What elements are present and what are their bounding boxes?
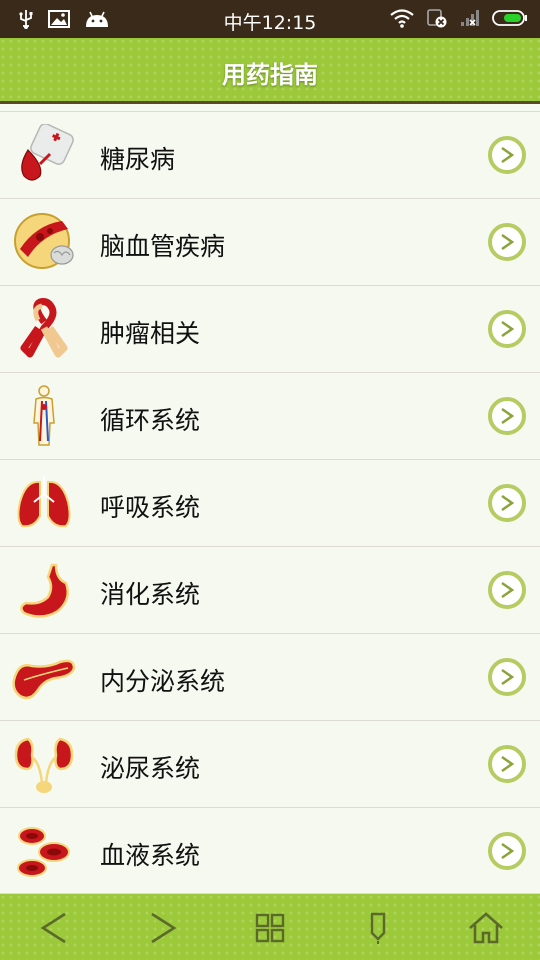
sim-icon — [426, 8, 448, 32]
kidneys-icon — [12, 733, 76, 797]
list-item-oncology[interactable]: 肿瘤相关 — [0, 285, 540, 372]
list-item-label: 肿瘤相关 — [100, 319, 201, 348]
list-item-label: 消化系统 — [100, 580, 201, 609]
list-item-label: 脑血管疾病 — [100, 232, 226, 261]
list-item-respiratory[interactable]: 呼吸系统 — [0, 459, 540, 546]
wifi-icon — [390, 8, 414, 32]
bottom-nav-bar — [0, 894, 540, 960]
chevron-right-icon[interactable] — [488, 310, 526, 348]
body-circulation-icon — [12, 385, 76, 449]
stomach-icon — [12, 559, 76, 623]
blood-vessel-icon — [12, 211, 76, 275]
chevron-right-icon[interactable] — [488, 745, 526, 783]
list-item-endocrine[interactable]: 内分泌系统 — [0, 633, 540, 720]
ribbon-icon — [12, 298, 76, 362]
blood-drop-icon — [12, 123, 76, 188]
category-list: 糖尿病 脑血管疾病 肿瘤相关 循环系统 呼吸系统 消化系统 内分泌系统 泌尿系统… — [0, 111, 540, 894]
blood-cells-icon — [12, 820, 76, 884]
chevron-right-icon[interactable] — [488, 223, 526, 261]
app-header: 用药指南 — [0, 38, 540, 104]
chevron-right-icon[interactable] — [488, 832, 526, 870]
page-title: 用药指南 — [222, 61, 318, 89]
list-item-hematologic[interactable]: 血液系统 — [0, 807, 540, 894]
list-item-cerebrovascular[interactable]: 脑血管疾病 — [0, 198, 540, 285]
list-item-label: 泌尿系统 — [100, 754, 201, 783]
chevron-right-icon[interactable] — [488, 136, 526, 174]
list-item-urinary[interactable]: 泌尿系统 — [0, 720, 540, 807]
list-item-diabetes[interactable]: 糖尿病 — [0, 111, 540, 198]
list-item-label: 糖尿病 — [100, 145, 176, 174]
home-icon[interactable] — [464, 906, 508, 950]
pancreas-icon — [12, 646, 76, 710]
chevron-right-icon[interactable] — [488, 571, 526, 609]
list-item-circulatory[interactable]: 循环系统 — [0, 372, 540, 459]
list-item-digestive[interactable]: 消化系统 — [0, 546, 540, 633]
chevron-right-icon[interactable] — [488, 397, 526, 435]
status-bar: 中午12:15 — [0, 0, 540, 38]
list-item-label: 呼吸系统 — [100, 493, 201, 522]
list-item-label: 内分泌系统 — [100, 667, 226, 696]
back-icon[interactable] — [32, 906, 76, 950]
bookmark-icon[interactable] — [356, 906, 400, 950]
list-item-label: 循环系统 — [100, 406, 201, 435]
chevron-right-icon[interactable] — [488, 658, 526, 696]
lungs-icon — [12, 472, 76, 536]
chevron-right-icon[interactable] — [488, 484, 526, 522]
list-item-label: 血液系统 — [100, 841, 201, 870]
forward-icon[interactable] — [141, 906, 185, 950]
battery-icon — [492, 9, 528, 31]
signal-icon — [460, 8, 480, 32]
grid-icon[interactable] — [248, 906, 292, 950]
